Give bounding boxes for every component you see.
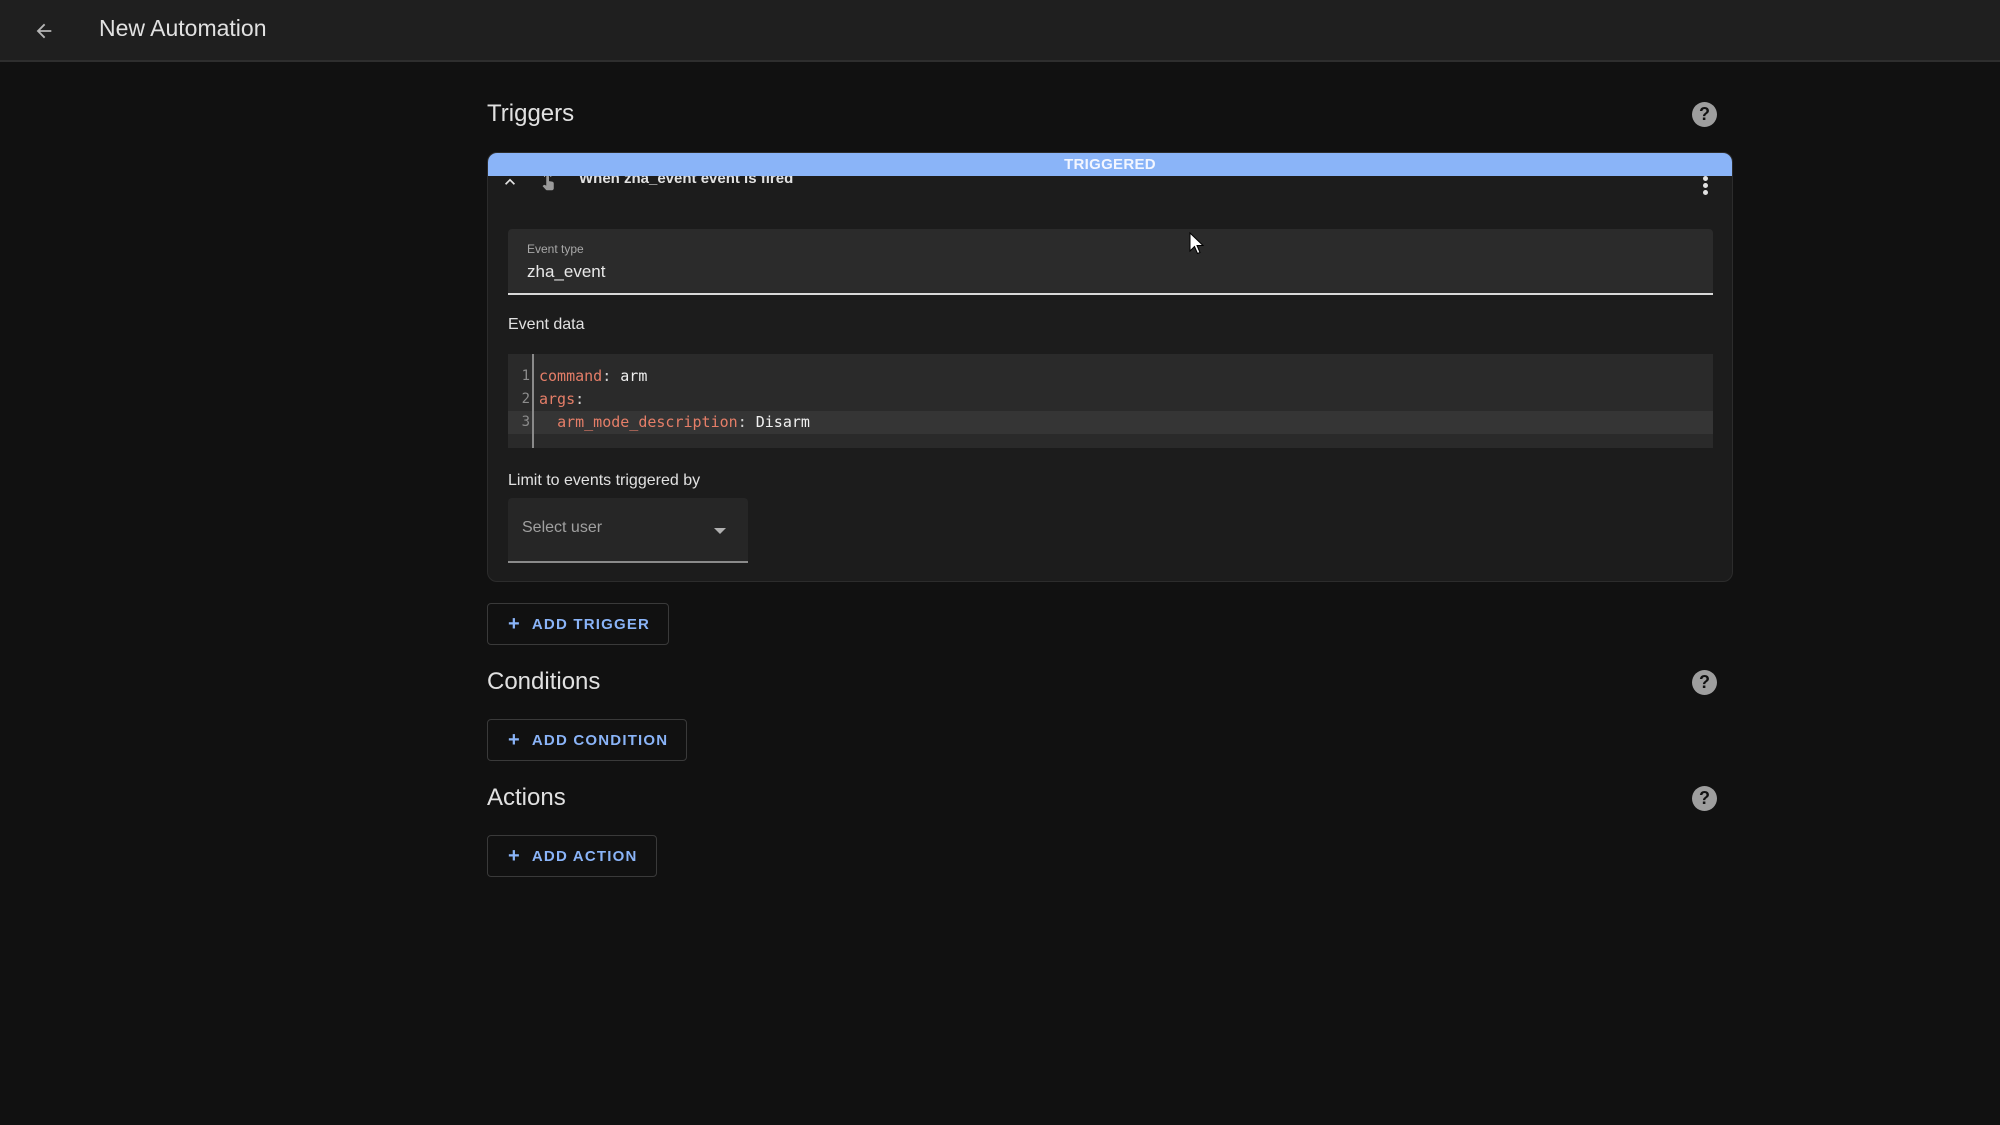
code-line: 1 command: arm <box>508 365 1713 388</box>
page-title: New Automation <box>99 15 267 41</box>
triggers-heading: Triggers <box>487 100 575 127</box>
event-type-label: Event type <box>527 242 584 256</box>
actions-heading: Actions <box>487 784 566 811</box>
add-action-label: ADD ACTION <box>531 847 638 865</box>
plus-icon: + <box>508 729 521 751</box>
triggered-status-badge: TRIGGERED <box>488 153 1732 176</box>
yaml-value: arm <box>620 367 648 385</box>
conditions-heading: Conditions <box>487 668 601 695</box>
trigger-card: TRIGGERED When zha_event event is fired … <box>487 152 1733 582</box>
yaml-key: command <box>539 367 603 385</box>
user-select[interactable]: Select user <box>508 498 748 563</box>
code-line: 2 args: <box>508 388 1713 411</box>
add-trigger-button[interactable]: + ADD TRIGGER <box>487 603 670 645</box>
conditions-help-icon[interactable]: ? <box>1692 670 1717 695</box>
arrow-left-icon <box>36 23 52 39</box>
mouse-cursor-icon <box>1189 232 1205 255</box>
code-line-active: 3 arm_mode_description: Disarm <box>508 411 1713 434</box>
back-button[interactable] <box>26 13 62 49</box>
add-action-button[interactable]: + ADD ACTION <box>487 835 657 877</box>
event-data-label: Event data <box>508 316 585 333</box>
add-trigger-label: ADD TRIGGER <box>531 615 651 633</box>
limit-label: Limit to events triggered by <box>508 472 701 489</box>
triggers-help-icon[interactable]: ? <box>1692 102 1717 127</box>
trigger-card-header[interactable]: When zha_event event is fired <box>488 170 1732 216</box>
event-type-value[interactable]: zha_event <box>527 262 605 282</box>
event-data-code-editor[interactable]: 1 command: arm 2 args: 3 arm_mode_descri… <box>508 354 1713 448</box>
yaml-key: args <box>539 390 576 408</box>
yaml-value: Disarm <box>755 413 810 431</box>
yaml-key: arm_mode_description <box>557 413 738 431</box>
add-condition-label: ADD CONDITION <box>531 731 669 749</box>
event-type-field[interactable]: Event type zha_event <box>508 229 1713 295</box>
dropdown-caret-icon <box>714 528 726 534</box>
code-gutter <box>508 354 534 448</box>
user-select-placeholder: Select user <box>522 519 603 536</box>
add-condition-button[interactable]: + ADD CONDITION <box>487 719 688 761</box>
plus-icon: + <box>508 845 521 867</box>
top-app-bar: New Automation <box>0 0 2000 62</box>
actions-help-icon[interactable]: ? <box>1692 786 1717 811</box>
plus-icon: + <box>508 613 521 635</box>
dots-vertical-icon[interactable] <box>1700 174 1710 196</box>
